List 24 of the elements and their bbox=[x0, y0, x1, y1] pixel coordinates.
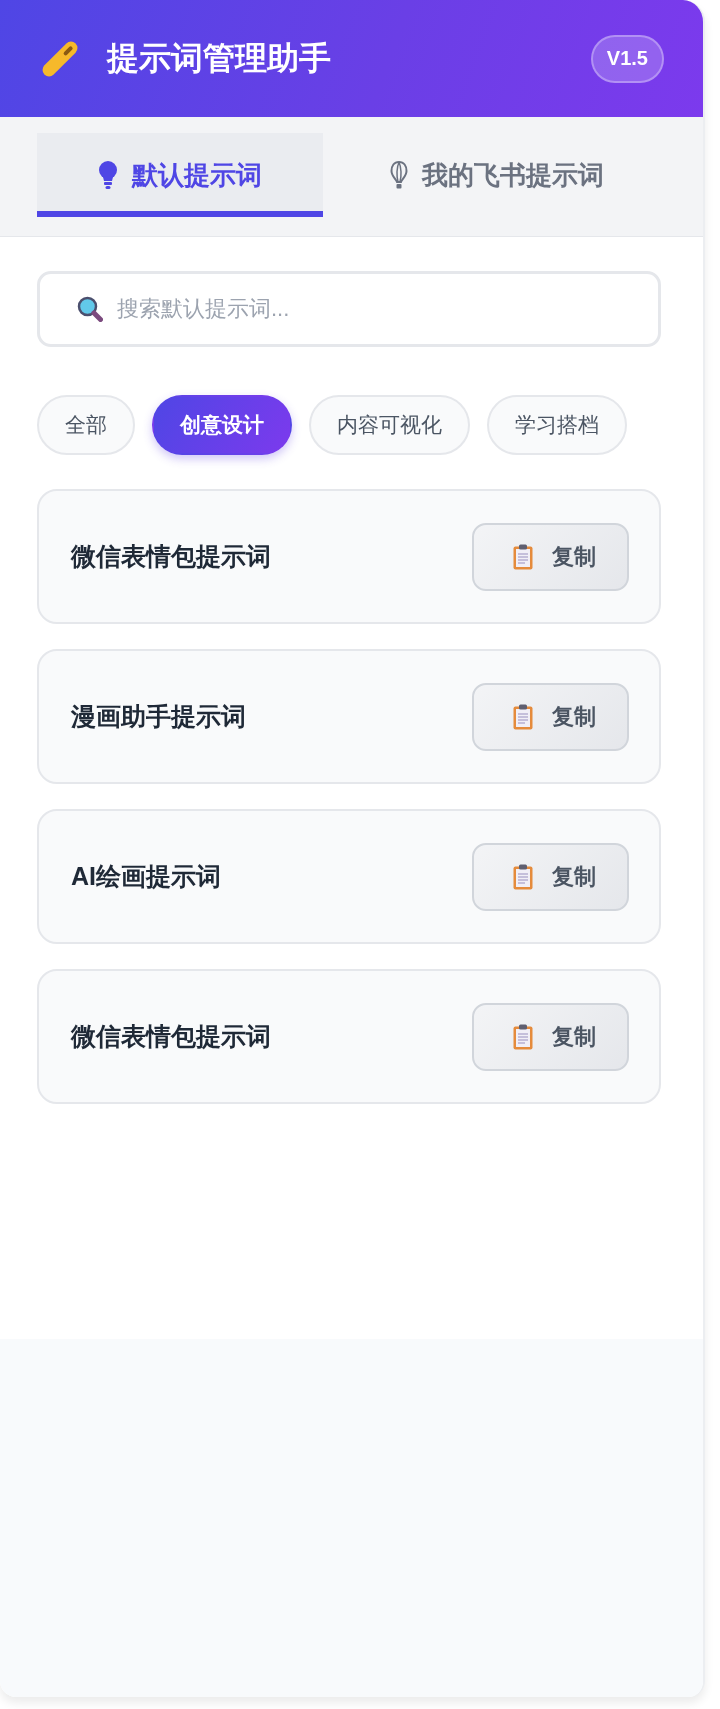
search-icon bbox=[77, 296, 103, 322]
category-chip[interactable]: 创意设计 bbox=[152, 395, 292, 455]
lightbulb-icon bbox=[98, 161, 118, 189]
version-badge: V1.5 bbox=[590, 34, 664, 83]
copy-button[interactable]: 复制 bbox=[472, 522, 629, 591]
clipboard-icon bbox=[513, 703, 533, 730]
category-chip[interactable]: 内容可视化 bbox=[309, 395, 470, 455]
balloon-icon bbox=[389, 161, 408, 189]
copy-button[interactable]: 复制 bbox=[472, 682, 629, 751]
prompt-title: 漫画助手提示词 bbox=[71, 701, 246, 732]
prompt-title: 微信表情包提示词 bbox=[71, 1021, 271, 1052]
tab[interactable]: 我的飞书提示词 bbox=[323, 133, 670, 217]
clipboard-icon bbox=[513, 1023, 533, 1050]
search-field[interactable]: 搜索默认提示词... bbox=[37, 271, 661, 347]
prompt-title: AI绘画提示词 bbox=[71, 861, 221, 892]
copy-button[interactable]: 复制 bbox=[472, 1002, 629, 1071]
tab[interactable]: 默认提示词 bbox=[37, 133, 323, 217]
app-title: 提示词管理助手 bbox=[107, 38, 331, 78]
category-chip[interactable]: 学习搭档 bbox=[487, 395, 627, 455]
prompt-title: 微信表情包提示词 bbox=[71, 541, 271, 572]
clipboard-icon bbox=[513, 863, 533, 890]
clipboard-icon bbox=[513, 543, 533, 570]
category-chip[interactable]: 全部 bbox=[37, 395, 135, 455]
copy-button[interactable]: 复制 bbox=[472, 842, 629, 911]
